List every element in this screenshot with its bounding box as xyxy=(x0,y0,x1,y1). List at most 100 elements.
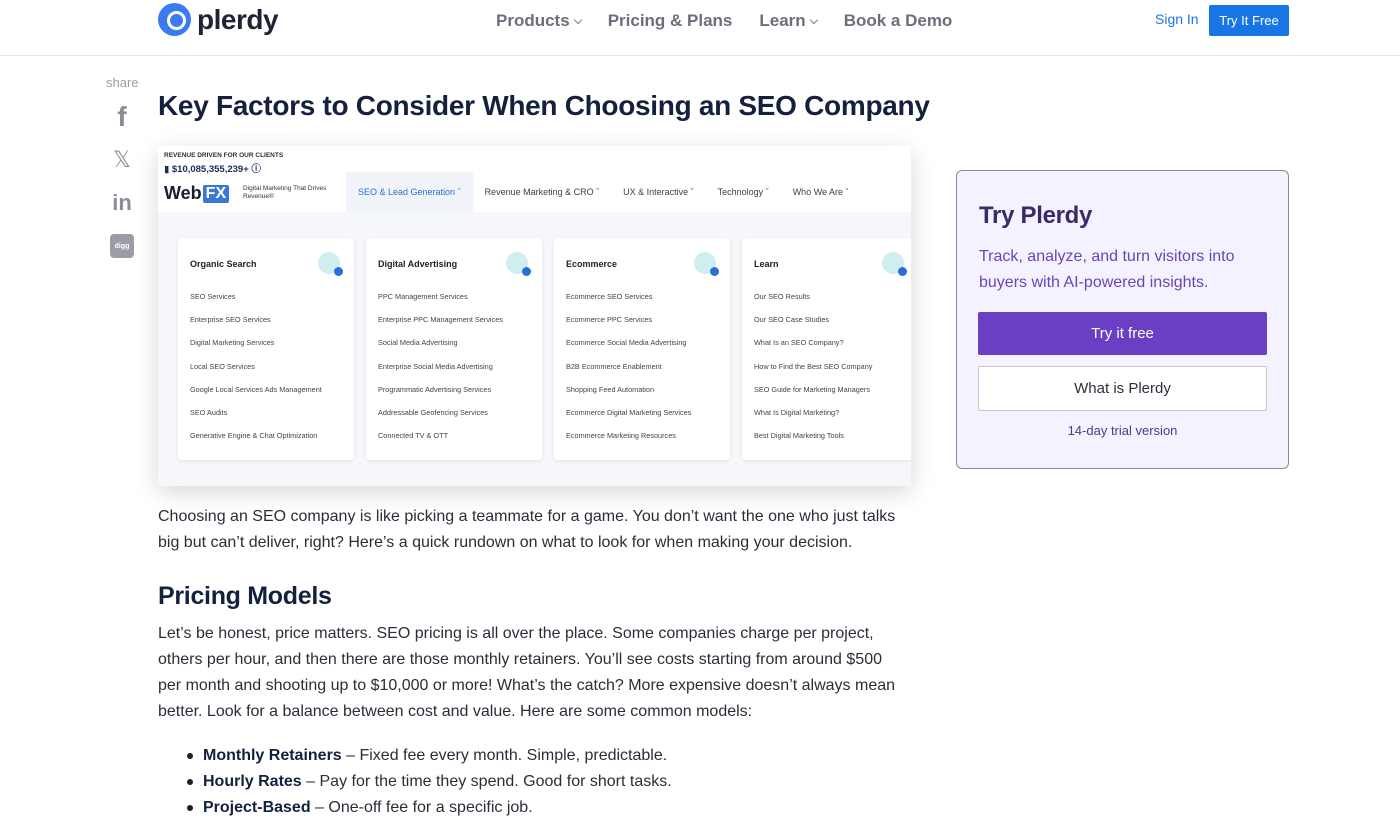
list-item: Google Local Services Ads Management xyxy=(190,384,322,394)
list-item: Digital Marketing Services xyxy=(190,338,275,348)
revenue-label: REVENUE DRIVEN FOR OUR CLIENTS xyxy=(164,152,284,159)
webfx-logo-fx: FX xyxy=(202,184,230,203)
nav-learn-label: Learn xyxy=(759,11,806,30)
chevron-down-icon xyxy=(573,15,582,24)
bullet-desc: – Pay for the time they spend. Good for … xyxy=(301,773,672,790)
figure-topbar: REVENUE DRIVEN FOR OUR CLIENTS ▮ $10,085… xyxy=(158,146,911,212)
revenue-value-text: $10,085,355,239+ xyxy=(171,164,249,175)
plerdy-logo[interactable]: plerdy xyxy=(158,3,279,36)
figure-card-title: Organic Search xyxy=(190,259,257,269)
digg-text: digg xyxy=(114,242,130,250)
figure-card-list: Ecommerce SEO Services Ecommerce PPC Ser… xyxy=(566,292,691,454)
linkedin-icon[interactable]: in xyxy=(110,190,134,215)
list-item: Local SEO Services xyxy=(190,361,255,371)
list-item: Connected TV & OTT xyxy=(378,431,449,441)
list-item: Social Media Advertising xyxy=(378,338,458,348)
promo-title: Try Plerdy xyxy=(979,202,1093,229)
figure-nav-who: Who We Are ˇ xyxy=(792,187,849,197)
list-item: Our SEO Case Studies xyxy=(754,315,830,325)
nav-book-demo[interactable]: Book a Demo xyxy=(844,11,953,31)
nav-pricing[interactable]: Pricing & Plans xyxy=(608,11,733,31)
list-item: B2B Ecommerce Enablement xyxy=(566,361,662,371)
figure-card-title: Learn xyxy=(754,259,779,269)
figure-card-ecommerce: Ecommerce Ecommerce SEO Services Ecommer… xyxy=(554,238,730,460)
figure-nav-ux: UX & Interactive ˇ xyxy=(623,187,694,197)
figure-card-list: PPC Management Services Enterprise PPC M… xyxy=(378,292,503,454)
webfx-logo-web: Web xyxy=(164,183,202,203)
nav-pricing-label: Pricing & Plans xyxy=(607,11,733,30)
pointer-icon xyxy=(506,252,531,276)
try-it-free-button[interactable]: Try It Free xyxy=(1209,5,1289,36)
nav-products[interactable]: Products xyxy=(496,11,582,31)
try-it-free-promo-button[interactable]: Try it free xyxy=(978,312,1267,355)
nav-book-demo-label: Book a Demo xyxy=(843,11,953,30)
nav-learn[interactable]: Learn xyxy=(759,11,818,31)
list-item: Programmatic Advertising Services xyxy=(378,384,492,394)
list-item: Ecommerce SEO Services xyxy=(566,292,653,301)
try-plerdy-card: Try Plerdy Track, analyze, and turn visi… xyxy=(956,170,1289,469)
list-item: Ecommerce Social Media Advertising xyxy=(566,338,687,348)
revenue-value: ▮ $10,085,355,239+ ⓘ xyxy=(164,161,261,175)
section-paragraph: Let’s be honest, price matters. SEO pric… xyxy=(158,625,896,720)
logo-text: plerdy xyxy=(197,3,279,35)
chevron-down-icon xyxy=(809,15,818,24)
what-is-plerdy-button[interactable]: What is Plerdy xyxy=(978,366,1267,411)
list-item: Hourly Rates – Pay for the time they spe… xyxy=(184,769,904,795)
intro-paragraph: Choosing an SEO company is like picking … xyxy=(158,508,896,551)
figure-card-learn: Learn Our SEO Results Our SEO Case Studi… xyxy=(742,238,911,460)
list-item: Shopping Feed Automation xyxy=(566,384,655,394)
list-item: What Is an SEO Company? xyxy=(754,338,844,348)
list-item: SEO Audits xyxy=(190,407,228,417)
main-nav: Products Pricing & Plans Learn Book a De… xyxy=(496,11,952,31)
webfx-logo: Web FX xyxy=(164,183,230,204)
site-header: plerdy Products Pricing & Plans Learn Bo… xyxy=(0,0,1400,56)
list-item: SEO Guide for Marketing Managers xyxy=(754,384,870,394)
figure-card-organic-search: Organic Search SEO Services Enterprise S… xyxy=(178,238,354,460)
figure-nav: SEO & Lead Generation ˆ Revenue Marketin… xyxy=(346,172,861,212)
bullet-term: Project-Based xyxy=(203,799,311,816)
list-item: Enterprise SEO Services xyxy=(190,315,271,325)
section-heading: Pricing Models xyxy=(158,582,332,610)
figure-card-list: Our SEO Results Our SEO Case Studies Wha… xyxy=(754,292,872,454)
list-item: Our SEO Results xyxy=(754,292,810,301)
nav-products-label: Products xyxy=(496,11,570,30)
plerdy-logo-icon xyxy=(158,3,191,36)
figure-nav-label: Who We Are xyxy=(792,187,844,197)
list-item: Enterprise Social Media Advertising xyxy=(378,361,493,371)
list-item: Ecommerce Digital Marketing Services xyxy=(566,407,692,417)
figure-nav-seo: SEO & Lead Generation ˆ xyxy=(346,172,473,212)
list-item: Ecommerce PPC Services xyxy=(566,315,652,325)
figure-nav-revenue: Revenue Marketing & CRO ˇ xyxy=(484,187,600,197)
list-item: Generative Engine & Chat Optimization xyxy=(190,431,318,441)
article-figure: REVENUE DRIVEN FOR OUR CLIENTS ▮ $10,085… xyxy=(158,146,911,486)
list-item: Project-Based – One-off fee for a specif… xyxy=(184,795,904,820)
facebook-icon[interactable]: f xyxy=(110,101,134,132)
list-item: How to Find the Best SEO Company xyxy=(754,361,873,371)
digg-icon[interactable]: digg xyxy=(110,234,134,258)
list-item: Best Digital Marketing Tools xyxy=(754,431,844,441)
bullet-desc: – One-off fee for a specific job. xyxy=(310,799,533,816)
list-item: Enterprise PPC Management Services xyxy=(378,315,503,325)
figure-nav-label: SEO & Lead Generation xyxy=(358,187,456,197)
bullet-term: Hourly Rates xyxy=(203,773,302,790)
figure-card-title: Digital Advertising xyxy=(378,259,458,269)
list-item: What Is Digital Marketing? xyxy=(754,407,840,417)
share-label: share xyxy=(106,75,139,90)
pricing-models-list: Monthly Retainers – Fixed fee every mont… xyxy=(184,743,904,820)
figure-nav-label: Technology xyxy=(717,187,764,197)
list-item: PPC Management Services xyxy=(378,292,468,301)
x-icon[interactable]: 𝕏 xyxy=(110,147,134,172)
trial-note: 14-day trial version xyxy=(1067,423,1178,438)
promo-description: Track, analyze, and turn visitors into b… xyxy=(979,248,1235,291)
bullet-term: Monthly Retainers xyxy=(203,747,342,764)
figure-nav-technology: Technology ˇ xyxy=(717,187,769,197)
bullet-desc: – Fixed fee every month. Simple, predict… xyxy=(341,747,668,764)
list-item: Ecommerce Marketing Resources xyxy=(566,431,676,441)
sign-in-link[interactable]: Sign In xyxy=(1155,11,1199,27)
cart-icon xyxy=(694,252,719,276)
search-icon xyxy=(318,252,343,276)
figure-card-digital-advertising: Digital Advertising PPC Management Servi… xyxy=(366,238,542,460)
figure-card-title: Ecommerce xyxy=(566,259,618,269)
lightbulb-icon xyxy=(882,252,907,276)
figure-card-list: SEO Services Enterprise SEO Services Dig… xyxy=(190,292,322,454)
